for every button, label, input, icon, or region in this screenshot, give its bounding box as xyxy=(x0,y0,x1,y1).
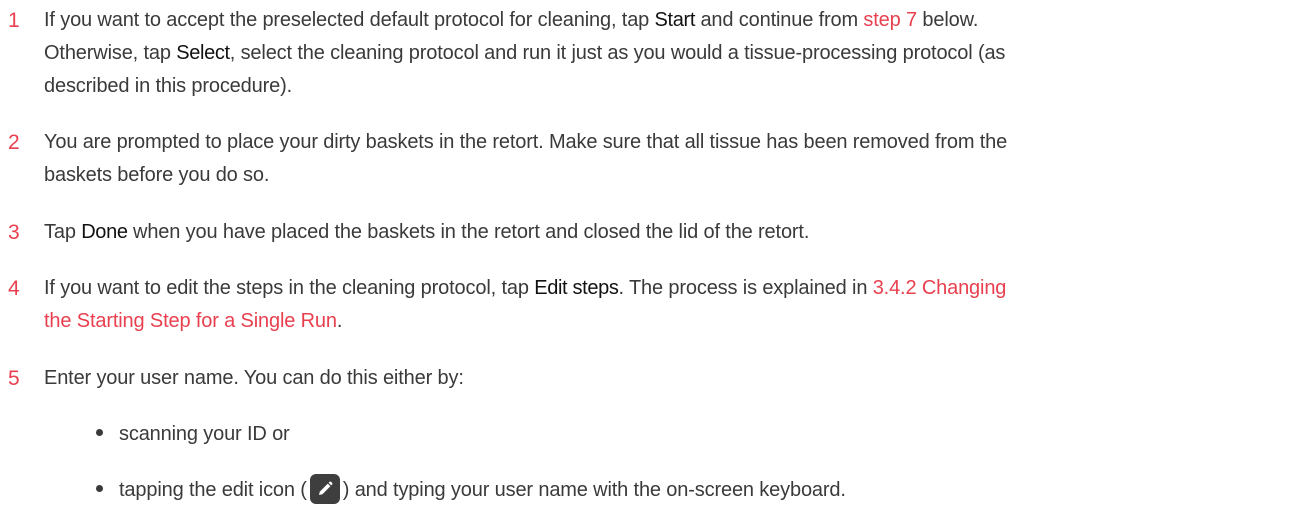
step-7-link[interactable]: step 7 xyxy=(863,9,917,31)
step-text: You are prompted to place your dirty bas… xyxy=(44,126,1284,192)
step-number: 5 xyxy=(8,367,20,390)
text: when you have placed the baskets in the … xyxy=(127,221,810,243)
select-ui-label: Select xyxy=(176,42,230,64)
step-number: 4 xyxy=(8,277,20,300)
text: . xyxy=(336,310,343,332)
pencil-icon xyxy=(309,473,340,504)
step-text: Enter your user name. You can do this ei… xyxy=(44,362,1284,395)
text: and continue from xyxy=(695,9,864,31)
start-ui-label: Start xyxy=(654,9,696,31)
bullet-icon xyxy=(96,485,103,493)
text: Otherwise, tap xyxy=(44,42,177,64)
step-number: 2 xyxy=(8,131,20,154)
text: , select the cleaning protocol and run i… xyxy=(229,42,1006,64)
step-line: baskets before you do so. xyxy=(44,164,270,186)
text: below. xyxy=(917,9,979,31)
pencil-icon-glyph xyxy=(318,481,333,495)
step-line: You are prompted to place your dirty bas… xyxy=(44,131,1008,153)
section-3-4-2-link-cont[interactable]: the Starting Step for a Single Run xyxy=(44,310,337,332)
text: Tap xyxy=(44,221,82,243)
step-text: If you want to accept the preselected de… xyxy=(44,4,1284,103)
text: ) and typing your user name with the on-… xyxy=(342,479,846,501)
list-item: scanning your ID or xyxy=(96,418,290,451)
text: . The process is explained in xyxy=(618,277,873,299)
step-number: 1 xyxy=(8,9,20,32)
text: tapping the edit icon ( xyxy=(119,479,307,501)
step-line: described in this procedure). xyxy=(44,75,293,97)
edit-steps-ui-label: Edit steps xyxy=(534,277,619,299)
bullet-icon xyxy=(96,429,103,437)
step-text: Tap Done when you have placed the basket… xyxy=(44,216,1284,249)
text: If you want to edit the steps in the cle… xyxy=(44,277,535,299)
done-ui-label: Done xyxy=(81,221,128,243)
text: If you want to accept the preselected de… xyxy=(44,9,655,31)
step-line: If you want to edit the steps in the cle… xyxy=(44,272,1284,305)
step-line: Enter your user name. You can do this ei… xyxy=(44,367,464,389)
section-3-4-2-link[interactable]: 3.4.2 Changing xyxy=(873,277,1007,299)
step-line: the Starting Step for a Single Run. xyxy=(44,305,1284,338)
step-line: Otherwise, tap Select, select the cleani… xyxy=(44,37,1284,70)
step-line: Tap Done when you have placed the basket… xyxy=(44,216,1284,249)
text: scanning your ID or xyxy=(119,423,290,445)
step-line: If you want to accept the preselected de… xyxy=(44,4,1284,37)
list-item: tapping the edit icon ( ) and typing your… xyxy=(96,473,846,507)
step-text: If you want to edit the steps in the cle… xyxy=(44,272,1284,338)
step-number: 3 xyxy=(8,221,20,244)
